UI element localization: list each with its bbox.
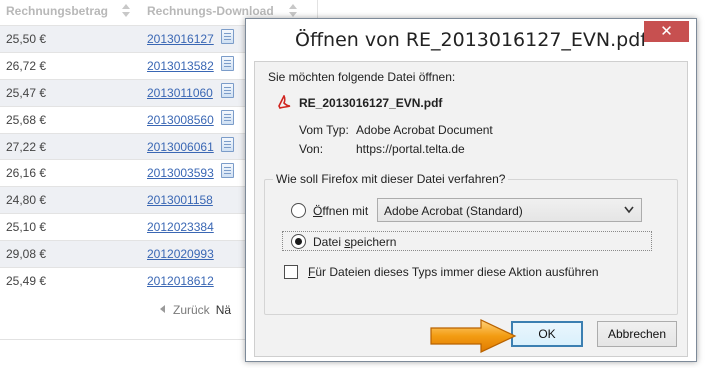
application-select[interactable]: Adobe Acrobat (Standard)	[377, 198, 642, 222]
file-type-label: Vom Typ:	[299, 123, 349, 137]
remember-action-checkbox[interactable]	[284, 265, 298, 279]
dialog-title: Öffnen von RE_2013016127_EVN.pdf	[295, 29, 647, 51]
document-icon[interactable]	[221, 29, 234, 44]
invoice-download-link[interactable]: 2013013582	[147, 59, 214, 73]
invoice-amount: 25,50 €	[6, 32, 47, 46]
pointer-arrow-icon	[430, 319, 517, 353]
pdf-icon	[278, 95, 291, 109]
dialog-titlebar[interactable]: Öffnen von RE_2013016127_EVN.pdf ✕	[246, 19, 696, 61]
invoice-download-link[interactable]: 2012020993	[147, 247, 214, 261]
application-select-value: Adobe Acrobat (Standard)	[384, 204, 523, 218]
pager-next-link[interactable]: Nä	[216, 303, 231, 317]
invoice-amount: 24,80 €	[6, 193, 47, 208]
dialog-client-area: Sie möchten folgende Datei öffnen: RE_20…	[254, 61, 688, 357]
file-type-value: Adobe Acrobat Document	[356, 123, 493, 137]
document-icon[interactable]	[221, 109, 234, 125]
sort-icon[interactable]	[288, 3, 298, 19]
invoice-amount: 26,72 €	[6, 58, 47, 73]
open-with-label[interactable]: Öffnen mit	[313, 204, 368, 218]
ok-button[interactable]: OK	[511, 321, 583, 347]
invoice-download-link[interactable]: 2013011060	[147, 86, 213, 100]
invoice-amount: 25,47 €	[6, 85, 47, 100]
save-file-radio[interactable]	[291, 234, 306, 249]
remember-action-label[interactable]: Für Dateien dieses Typs immer diese Akti…	[308, 265, 599, 279]
pager-back-link[interactable]: Zurück	[173, 303, 210, 317]
invoice-download-link[interactable]: 2012018612	[147, 274, 214, 288]
invoice-download-link[interactable]: 2012023384	[147, 220, 214, 234]
action-groupbox: Wie soll Firefox mit dieser Datei verfah…	[264, 172, 678, 315]
document-icon[interactable]	[221, 136, 234, 152]
sort-icon[interactable]	[121, 3, 131, 19]
back-arrow-icon[interactable]	[160, 305, 165, 313]
open-with-radio[interactable]	[291, 203, 306, 218]
invoice-download-link[interactable]: 2013016127	[147, 32, 214, 46]
invoice-download-link[interactable]: 2013008560	[147, 113, 214, 127]
document-icon[interactable]	[221, 82, 234, 98]
invoice-amount: 26,16 €	[6, 166, 47, 181]
file-source-label: Von:	[299, 142, 324, 156]
column-header-download[interactable]: Rechnungs-Download	[147, 4, 274, 18]
file-source-value: https://portal.telta.de	[356, 142, 465, 156]
save-file-label[interactable]: Datei speichern	[313, 235, 396, 249]
close-button[interactable]: ✕	[644, 21, 689, 42]
document-icon[interactable]	[221, 55, 234, 71]
invoice-amount: 25,49 €	[6, 274, 47, 289]
cancel-button[interactable]: Abbrechen	[597, 321, 677, 347]
invoice-download-link[interactable]: 2013006061	[147, 140, 214, 154]
action-question: Wie soll Firefox mit dieser Datei verfah…	[273, 172, 509, 186]
document-icon[interactable]	[221, 163, 234, 179]
file-name: RE_2013016127_EVN.pdf	[299, 96, 443, 110]
dialog-prompt: Sie möchten folgende Datei öffnen:	[268, 70, 456, 84]
invoice-download-link[interactable]: 2013003593	[147, 166, 214, 180]
invoice-amount: 25,10 €	[6, 220, 47, 235]
invoice-amount: 29,08 €	[6, 247, 47, 262]
open-file-dialog: Öffnen von RE_2013016127_EVN.pdf ✕ Sie m…	[245, 18, 697, 362]
invoice-download-link[interactable]: 2013001158	[147, 193, 213, 207]
chevron-down-icon	[624, 206, 634, 214]
close-icon: ✕	[660, 22, 673, 40]
invoice-amount: 27,22 €	[6, 139, 47, 154]
pagination: Zurück Nä	[160, 303, 231, 317]
column-header-amount[interactable]: Rechnungsbetrag	[6, 4, 108, 18]
invoice-amount: 25,68 €	[6, 112, 47, 127]
